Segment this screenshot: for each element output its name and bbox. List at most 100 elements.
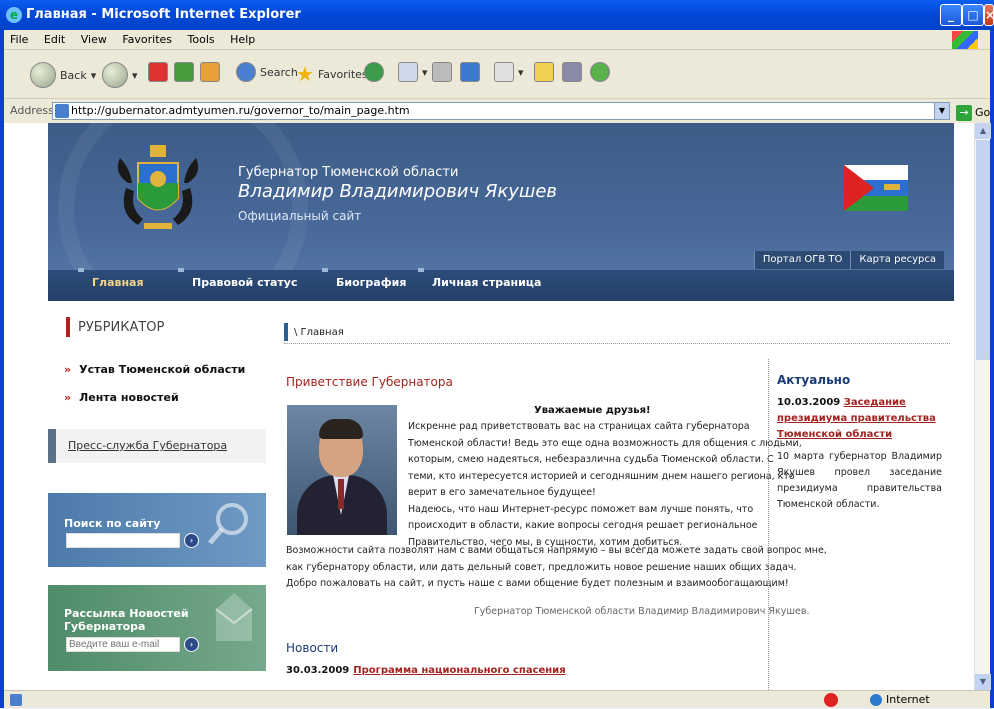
link-portal[interactable]: Портал ОГВ ТО (753, 251, 851, 269)
actual-text: 10 марта губернатор Владимир Якушев пров… (777, 451, 942, 510)
page-icon (55, 104, 69, 118)
edit-button[interactable] (460, 62, 480, 82)
link-press-service[interactable]: Пресс-служба Губернатора (48, 429, 266, 463)
go-arrow-icon: → (956, 105, 972, 121)
menu-tools[interactable]: Tools (188, 33, 215, 46)
page-status-icon (10, 694, 22, 706)
news-heading: Новости (286, 641, 339, 655)
search-button[interactable]: Search (236, 62, 298, 82)
actual-sidebar: Актуально 10.03.2009 Заседание президиум… (768, 359, 950, 690)
print-button[interactable] (432, 62, 452, 82)
nav-personal-page[interactable]: Личная страница (432, 276, 541, 289)
stop-icon (148, 62, 168, 82)
menu-file[interactable]: File (10, 33, 28, 46)
toolbar: Back ▾ ▾ Search ★ Favorites ▾ ▾ (4, 51, 990, 99)
header-links: Портал ОГВ ТО Карта ресурса (753, 251, 944, 269)
home-button[interactable] (200, 62, 220, 82)
address-dropdown-icon[interactable]: ▼ (934, 103, 949, 119)
newsletter-box: Рассылка Новостей Губернатора › (48, 585, 266, 671)
favorites-button[interactable]: ★ Favorites (296, 62, 368, 86)
header-subtitle: Губернатор Тюменской области (238, 165, 459, 180)
search-icon (236, 62, 256, 82)
maximize-button[interactable]: □ (962, 4, 984, 26)
news-link[interactable]: Программа национального спасения (353, 665, 565, 676)
regional-flag-icon (844, 165, 908, 211)
greeting-paragraph-1: Искренне рад приветствовать вас на стран… (408, 421, 802, 548)
forward-arrow-icon (102, 62, 128, 88)
nav-legal-status[interactable]: Правовой статус (192, 276, 297, 289)
link-sitemap[interactable]: Карта ресурса (850, 251, 944, 269)
vertical-scrollbar[interactable]: ▲ ▼ (974, 123, 991, 690)
nav-biography[interactable]: Биография (336, 276, 406, 289)
research-icon (562, 62, 582, 82)
address-input[interactable]: http://gubernator.admtyumen.ru/governor_… (52, 102, 950, 120)
newsletter-email-input[interactable] (66, 637, 180, 652)
address-bar: Address http://gubernator.admtyumen.ru/g… (4, 100, 990, 122)
back-arrow-icon (30, 62, 56, 88)
messenger-icon (590, 62, 610, 82)
header-governor-name: Владимир Владимирович Якушев (238, 181, 558, 202)
refresh-icon (174, 62, 194, 82)
close-button[interactable]: × (984, 4, 994, 26)
window-title: Главная - Microsoft Internet Explorer (26, 7, 301, 22)
word-button[interactable]: ▾ (494, 62, 524, 82)
refresh-button[interactable] (174, 62, 194, 82)
messenger-button[interactable] (590, 62, 610, 82)
address-label: Address (10, 104, 54, 117)
double-chevron-icon: » (64, 391, 72, 404)
double-chevron-icon: » (64, 363, 72, 376)
edit-icon (460, 62, 480, 82)
magnifier-icon (208, 503, 248, 545)
mail-button[interactable]: ▾ (398, 62, 428, 82)
site-search-input[interactable] (66, 533, 180, 548)
folder-icon (534, 62, 554, 82)
menu-bar: File Edit View Favorites Tools Help (4, 30, 990, 50)
breadcrumb: \ Главная (284, 323, 344, 341)
newsletter-submit-button[interactable]: › (184, 637, 199, 652)
folder-button[interactable] (534, 62, 554, 82)
status-bar: Internet (4, 690, 990, 708)
menu-edit[interactable]: Edit (44, 33, 65, 46)
governor-photo (287, 405, 397, 535)
link-charter[interactable]: » Устав Тюменской области (64, 363, 245, 376)
minimize-button[interactable]: _ (940, 4, 962, 26)
link-news-feed[interactable]: » Лента новостей (64, 391, 179, 404)
menu-view[interactable]: View (81, 33, 107, 46)
envelope-icon (215, 593, 253, 641)
site-search-box: Поиск по сайту › (48, 493, 266, 567)
print-icon (432, 62, 452, 82)
globe-icon (870, 694, 882, 706)
forward-button[interactable]: ▾ (102, 62, 138, 88)
mail-icon (398, 62, 418, 82)
scroll-down-icon[interactable]: ▼ (975, 674, 991, 690)
greeting-paragraph-2: Возможности сайта позволят нам с вами об… (286, 545, 827, 589)
greeting-signature: Губернатор Тюменской области Владимир Вл… (474, 606, 810, 617)
stop-button[interactable] (148, 62, 168, 82)
page-viewport: Губернатор Тюменской области Владимир Вл… (4, 123, 974, 690)
newsletter-label: Рассылка Новостей Губернатора (64, 607, 189, 633)
home-icon (200, 62, 220, 82)
menu-favorites[interactable]: Favorites (122, 33, 172, 46)
research-button[interactable] (562, 62, 582, 82)
actual-item: 10.03.2009 Заседание президиума правител… (777, 397, 936, 440)
go-button[interactable]: → Go (956, 102, 990, 124)
ie-icon: e (6, 7, 22, 23)
left-sidebar: РУБРИКАТОР » Устав Тюменской области » Лен… (48, 301, 266, 690)
search-label: Поиск по сайту (64, 517, 161, 530)
search-submit-button[interactable]: › (184, 533, 199, 548)
windows-logo-icon (952, 31, 978, 49)
title-bar: e Главная - Microsoft Internet Explorer … (0, 0, 994, 30)
nav-home[interactable]: Главная (92, 276, 144, 289)
menu-help[interactable]: Help (230, 33, 255, 46)
news-item: 30.03.2009 Программа национального спасен… (286, 665, 566, 676)
scroll-up-icon[interactable]: ▲ (975, 123, 991, 139)
greeting-title: Приветствие Губернатора (286, 375, 453, 389)
scroll-thumb[interactable] (976, 140, 990, 360)
back-button[interactable]: Back ▾ (30, 62, 96, 88)
word-icon (494, 62, 514, 82)
history-button[interactable] (364, 62, 384, 82)
actual-heading: Актуально (777, 373, 851, 387)
greeting-heading: Уважаемые друзья! (534, 405, 651, 416)
star-icon: ★ (296, 62, 314, 86)
header-tagline: Официальный сайт (238, 209, 362, 223)
